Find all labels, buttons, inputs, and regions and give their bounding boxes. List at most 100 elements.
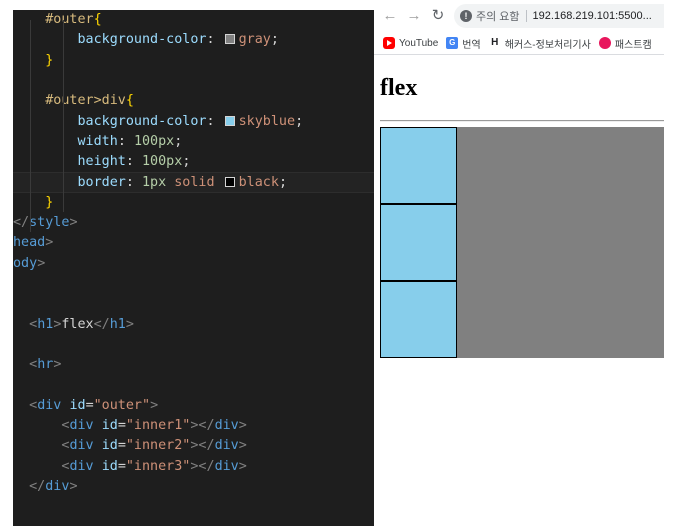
translate-icon: G [446, 37, 459, 49]
code-line: <div id="inner1"></div> [13, 416, 374, 436]
indent-guide [30, 20, 31, 232]
color-swatch-icon[interactable] [224, 177, 235, 188]
bookmark-fastcampus[interactable]: 패스트캠 [598, 36, 652, 51]
code-token: solid [166, 175, 223, 191]
url-text[interactable]: 192.168.219.101:5500... [533, 10, 652, 22]
code-line: #outer>div{ [13, 91, 374, 111]
code-token: > [53, 357, 62, 373]
page-viewport: flex [374, 55, 664, 526]
code-token: ></ [190, 458, 215, 474]
code-token: < [29, 397, 38, 413]
code-editor[interactable]: #outer{ background-color: gray; } #outer… [13, 10, 374, 526]
code-token: > [45, 235, 54, 251]
code-token: > [238, 438, 247, 454]
code-token: ; [174, 133, 183, 149]
fastcampus-icon [598, 37, 611, 49]
inner-box-inner2 [380, 204, 457, 281]
bookmark-translate[interactable]: G 번역 [446, 36, 481, 51]
code-line: border: 1px solid black; [13, 172, 374, 193]
code-token: div [37, 397, 62, 413]
code-token: id [101, 458, 118, 474]
code-token: flex [61, 316, 94, 332]
inner-box-inner1 [380, 127, 457, 204]
address-bar[interactable]: ! 주의 요함 192.168.219.101:5500... [454, 4, 664, 28]
code-token: skyblue [238, 113, 296, 129]
code-token: > [238, 458, 247, 474]
code-line: width: 100px; [13, 132, 374, 152]
code-line: </div> [13, 477, 374, 497]
code-token: } [45, 194, 54, 210]
reload-icon[interactable]: ↻ [428, 6, 448, 26]
code-token: > [37, 255, 46, 271]
code-token: ; [182, 154, 191, 170]
code-token: hr [37, 357, 54, 373]
code-token: = [117, 458, 126, 474]
code-token: div [214, 458, 239, 474]
code-line: height: 100px; [13, 152, 374, 172]
browser-window: ← → ↻ ! 주의 요함 192.168.219.101:5500... Yo… [374, 0, 664, 526]
code-line: head> [13, 233, 374, 253]
code-token: > [238, 418, 247, 433]
code-token: ; [278, 175, 287, 191]
code-token: { [125, 93, 134, 109]
code-token: id [101, 438, 118, 454]
code-token: 1px [142, 175, 167, 191]
browser-toolbar: ← → ↻ ! 주의 요함 192.168.219.101:5500... [374, 0, 664, 33]
bookmark-youtube[interactable]: YouTube [383, 37, 438, 49]
code-token: id [101, 418, 118, 433]
code-token: = [117, 438, 126, 454]
arrow-left-icon[interactable]: ← [380, 6, 400, 26]
code-token: h1 [37, 316, 54, 332]
indent-guide [63, 20, 64, 212]
code-token: div [69, 418, 94, 433]
code-token: style [29, 215, 70, 230]
code-line: <div id="inner3"></div> [13, 457, 374, 477]
code-token: width [77, 133, 118, 149]
code-token: </ [29, 478, 46, 494]
code-token: div [45, 478, 70, 494]
bookmark-label: 번역 [462, 39, 481, 51]
outer-flex-container [380, 127, 664, 358]
bookmark-label: 해커스-정보처리기사 [504, 39, 591, 51]
code-token: 100px [133, 133, 175, 149]
code-line: background-color: skyblue; [13, 112, 374, 132]
inner-box-inner3 [380, 281, 457, 358]
code-token: < [29, 316, 38, 332]
code-token: ody [13, 255, 38, 271]
youtube-icon [383, 37, 395, 49]
code-token: ></ [190, 438, 215, 454]
security-status[interactable]: 주의 요함 [476, 8, 520, 24]
code-token: 100px [142, 154, 183, 170]
code-token: "inner3" [125, 458, 191, 474]
warning-icon[interactable]: ! [460, 10, 472, 22]
color-swatch-icon[interactable] [224, 115, 235, 126]
color-swatch-icon[interactable] [224, 34, 235, 45]
code-token: black [238, 175, 279, 191]
code-token: ; [295, 113, 304, 129]
arrow-right-icon[interactable]: → [404, 6, 424, 26]
code-line: <hr> [13, 355, 374, 375]
code-token: } [45, 52, 54, 68]
code-token: background-color [77, 113, 207, 129]
page-heading: flex [380, 75, 418, 101]
bookmark-hackers[interactable]: H 해커스-정보처리기사 [488, 36, 591, 51]
bookmark-label: YouTube [399, 37, 439, 49]
code-token: = [85, 397, 94, 413]
code-token: "outer" [93, 397, 151, 413]
code-token: div [69, 458, 94, 474]
code-line: <div id="inner2"></div> [13, 436, 374, 456]
